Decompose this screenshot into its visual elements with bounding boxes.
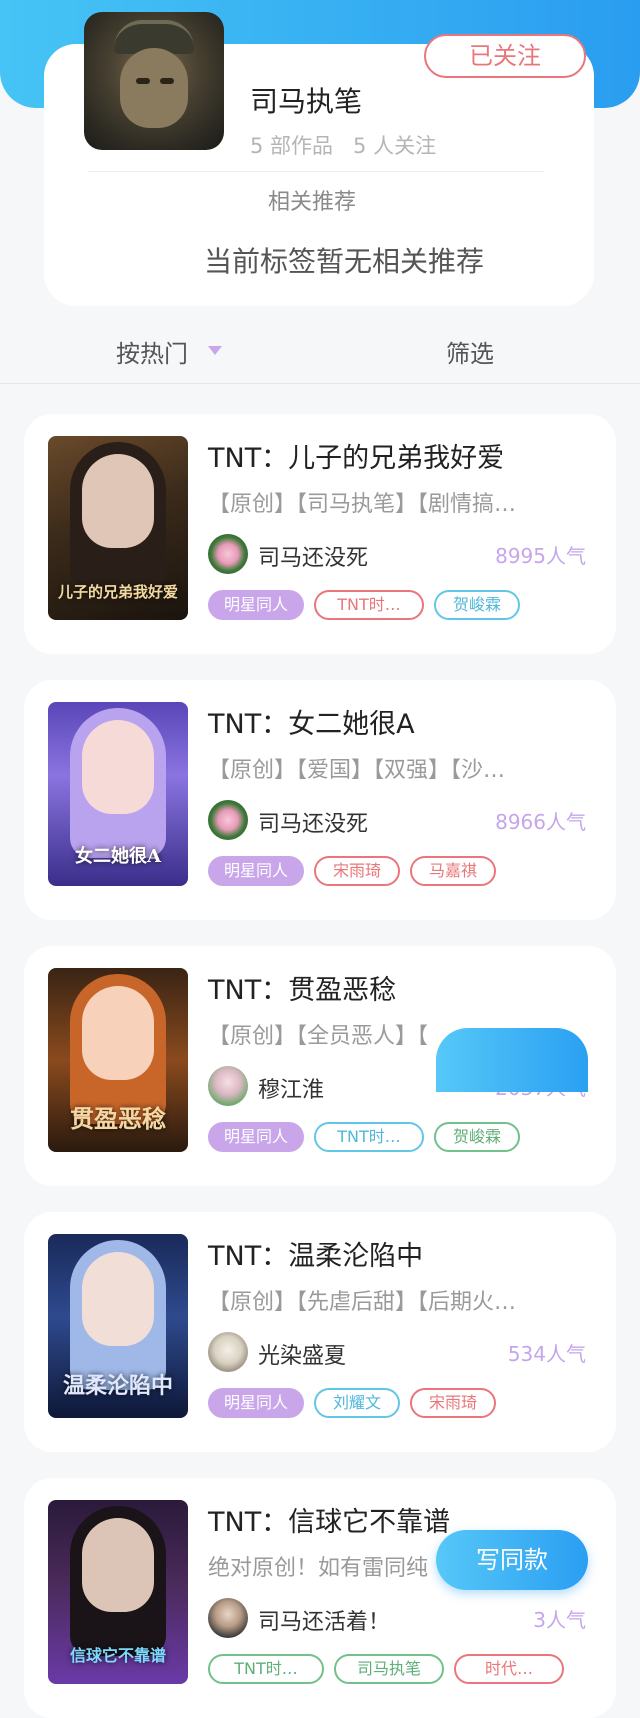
book-tags: 【原创】【爱国】【双强】【沙… <box>208 758 506 783</box>
book-cover[interactable]: 贯盈恶稔 <box>48 968 188 1152</box>
book-author[interactable]: 司马还没死 <box>258 540 368 572</box>
recommend-title: 相关推荐 <box>268 190 357 215</box>
tag-chip[interactable]: 贺峻霖 <box>434 590 521 620</box>
book-author[interactable]: 司马还活着！ <box>258 1604 390 1636</box>
popularity-count: 8995人气 <box>495 544 586 568</box>
avatar-face-shape <box>120 48 188 128</box>
cover-title-text: 儿子的兄弟我好爱 <box>57 583 178 601</box>
book-author[interactable]: 司马还没死 <box>258 806 368 838</box>
follow-button[interactable]: 已关注 <box>424 34 586 78</box>
avatar-eye-right <box>160 78 174 84</box>
book-title[interactable]: TNT：儿子的兄弟我好爱 <box>208 436 504 475</box>
author-avatar[interactable] <box>84 12 224 150</box>
tag-chip[interactable]: 马嘉祺 <box>410 856 497 886</box>
author-name: 司马执笔 <box>250 85 363 118</box>
works-count: 5 部作品 <box>250 134 334 158</box>
book-author[interactable]: 穆江淮 <box>258 1072 324 1104</box>
tag-chip[interactable]: 时代… <box>454 1654 564 1684</box>
tag-chip[interactable]: TNT时… <box>208 1654 324 1684</box>
cover-figure-face <box>82 1518 154 1612</box>
tag-chip[interactable]: 明星同人 <box>208 590 305 620</box>
book-title[interactable]: TNT：女二她很A <box>208 702 415 741</box>
sort-bar: 按热门 筛选 <box>0 322 640 384</box>
tag-chips: 明星同人 刘耀文 宋雨琦 <box>208 1388 506 1420</box>
book-title[interactable]: TNT：贯盈恶稔 <box>208 968 396 1007</box>
tag-chips: 明星同人 宋雨琦 马嘉祺 <box>208 856 506 888</box>
author-avatar-small[interactable] <box>208 1332 248 1372</box>
book-card[interactable]: 女二她很A TNT：女二她很A 【原创】【爱国】【双强】【沙… 司马还没死 89… <box>24 680 616 920</box>
book-tags: 【原创】【司马执笔】【剧情搞… <box>208 492 517 517</box>
cover-title-text: 贯盈恶稔 <box>70 1104 166 1133</box>
tag-chip[interactable]: 刘耀文 <box>314 1388 401 1418</box>
write-same-button[interactable]: 写同款 <box>436 1530 588 1590</box>
cover-title-text: 信球它不靠谱 <box>69 1646 166 1665</box>
filter-button[interactable]: 筛选 <box>446 334 494 369</box>
tag-chips: 明星同人 TNT时… 贺峻霖 <box>208 1122 530 1154</box>
book-cover[interactable]: 女二她很A <box>48 702 188 886</box>
tag-chip[interactable]: 明星同人 <box>208 856 305 886</box>
floating-action-bubble[interactable] <box>436 1028 588 1092</box>
book-cover[interactable]: 信球它不靠谱 <box>48 1500 188 1684</box>
tag-chip[interactable]: TNT时… <box>314 590 425 620</box>
tag-chip[interactable]: 宋雨琦 <box>410 1388 497 1418</box>
author-avatar-small[interactable] <box>208 1066 248 1106</box>
tag-chip[interactable]: 明星同人 <box>208 1122 305 1152</box>
cover-title-text: 女二她很A <box>75 846 161 867</box>
tag-chips: TNT时… 司马执笔 时代… <box>208 1654 574 1686</box>
tag-chip[interactable]: 明星同人 <box>208 1388 305 1418</box>
author-stats: 5 部作品 5 人关注 <box>250 130 436 160</box>
popularity-count: 534人气 <box>507 1342 586 1366</box>
book-author[interactable]: 光染盛夏 <box>258 1338 346 1370</box>
book-title[interactable]: TNT：温柔沦陷中 <box>208 1234 423 1273</box>
sort-hot-button[interactable]: 按热门 <box>116 334 188 369</box>
tag-chip[interactable]: 贺峻霖 <box>434 1122 521 1152</box>
author-avatar-small[interactable] <box>208 1598 248 1638</box>
tag-chip[interactable]: 司马执笔 <box>334 1654 444 1684</box>
author-avatar-small[interactable] <box>208 534 248 574</box>
cover-figure-face <box>82 454 154 548</box>
follows-count: 5 人关注 <box>353 134 437 158</box>
book-title[interactable]: TNT：信球它不靠谱 <box>208 1500 450 1539</box>
avatar-eye-left <box>136 78 150 84</box>
tag-chip[interactable]: 宋雨琦 <box>314 856 401 886</box>
popularity-count: 8966人气 <box>495 810 586 834</box>
popularity-count: 3人气 <box>533 1608 586 1632</box>
cover-title-text: 温柔沦陷中 <box>62 1373 173 1399</box>
profile-divider <box>88 171 544 172</box>
cover-figure-face <box>82 986 154 1080</box>
book-tags: 【原创】【先虐后甜】【后期火… <box>208 1290 517 1315</box>
caret-down-icon[interactable] <box>208 346 222 355</box>
book-card[interactable]: 儿子的兄弟我好爱 TNT：儿子的兄弟我好爱 【原创】【司马执笔】【剧情搞… 司马… <box>24 414 616 654</box>
cover-figure-face <box>82 720 154 814</box>
tag-chips: 明星同人 TNT时… 贺峻霖 <box>208 590 530 622</box>
tag-chip[interactable]: TNT时… <box>314 1122 425 1152</box>
book-card[interactable]: 信球它不靠谱 TNT：信球它不靠谱 绝对原创！如有雷同纯 司马还活着！ 3人气 … <box>24 1478 616 1718</box>
book-cover[interactable]: 儿子的兄弟我好爱 <box>48 436 188 620</box>
book-card[interactable]: 温柔沦陷中 TNT：温柔沦陷中 【原创】【先虐后甜】【后期火… 光染盛夏 534… <box>24 1212 616 1452</box>
cover-figure-face <box>82 1252 154 1346</box>
author-avatar-small[interactable] <box>208 800 248 840</box>
book-cover[interactable]: 温柔沦陷中 <box>48 1234 188 1418</box>
recommend-empty-text: 当前标签暂无相关推荐 <box>204 245 485 278</box>
